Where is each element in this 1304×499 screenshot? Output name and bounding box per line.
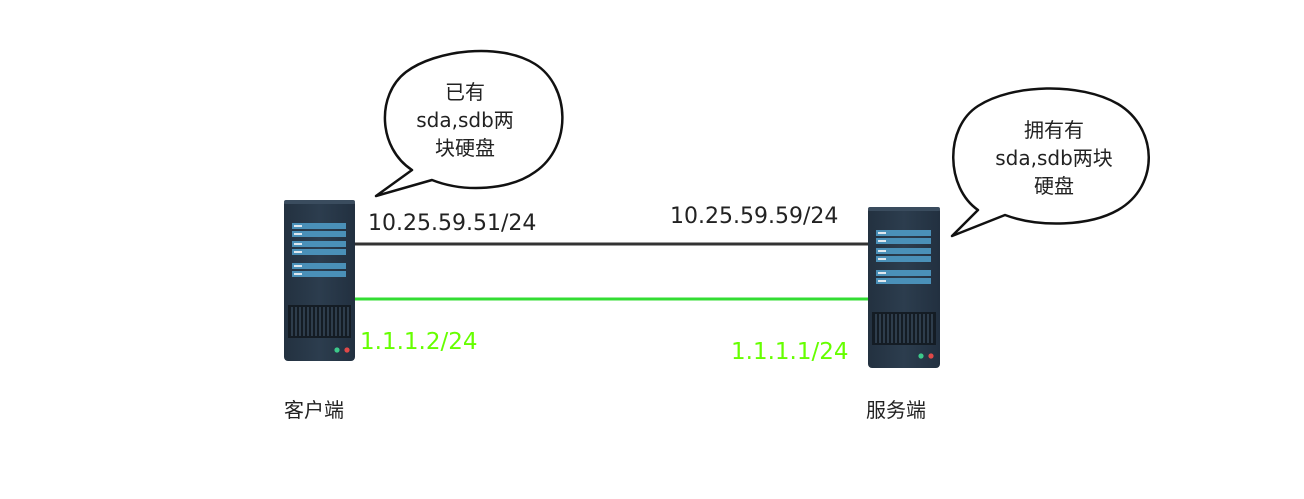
server-bubble-text: 拥有有 sda,sdb两块 硬盘 [974,116,1134,200]
server-bubble-line: 硬盘 [1034,174,1074,198]
client-server-icon [284,200,355,361]
client-bubble-text: 已有 sda,sdb两 块硬盘 [405,78,525,162]
server-role-label: 服务端 [866,398,926,422]
server-server-icon [868,207,940,368]
client-ip-primary: 10.25.59.51/24 [368,211,537,236]
server-ip-primary: 10.25.59.59/24 [670,204,839,229]
client-bubble-line: 已有 [445,80,485,104]
client-role-label: 客户端 [284,398,344,422]
server-ip-secondary: 1.1.1.1/24 [731,339,849,365]
server-bubble-line: sda,sdb两块 [995,146,1113,170]
client-bubble-line: 块硬盘 [435,136,495,160]
client-ip-secondary: 1.1.1.2/24 [360,329,478,355]
client-bubble-line: sda,sdb两 [416,108,514,132]
server-bubble-line: 拥有有 [1024,118,1084,142]
network-diagram: 已有 sda,sdb两 块硬盘 拥有有 sda,sdb两块 硬盘 10.25.5… [0,0,1304,499]
